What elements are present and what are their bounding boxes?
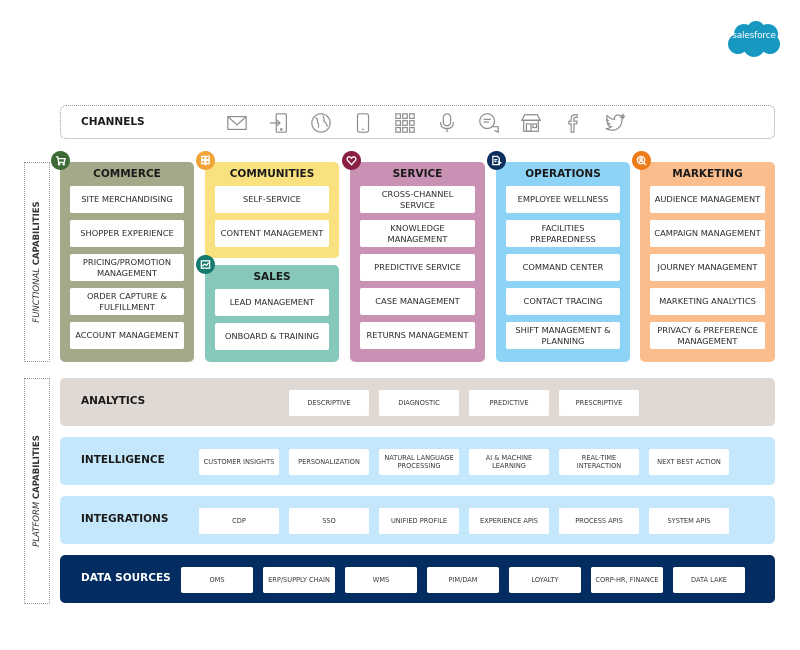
capability-card: SITE MERCHANDISING: [70, 186, 184, 213]
capability-pill: PIM/DAM: [427, 567, 499, 593]
operations-column: OPERATIONS EMPLOYEE WELLNESS FACILITIES …: [496, 162, 630, 362]
intelligence-label: INTELLIGENCE: [81, 454, 165, 466]
chat-icon: [468, 111, 510, 135]
functional-capabilities-label-box: FUNCTIONAL CAPABILITIES: [24, 162, 50, 362]
audience-search-icon: [632, 151, 651, 170]
integrations-label: INTEGRATIONS: [81, 513, 169, 525]
capability-pill: DATA LAKE: [673, 567, 745, 593]
capability-pill: UNIFIED PROFILE: [379, 508, 459, 534]
capability-card: CONTENT MANAGEMENT: [215, 220, 329, 247]
service-column: SERVICE CROSS-CHANNEL SERVICE KNOWLEDGE …: [350, 162, 485, 362]
mobile-icon: [342, 111, 384, 135]
twitter-icon: [594, 111, 636, 135]
marketing-column: MARKETING AUDIENCE MANAGEMENT CAMPAIGN M…: [640, 162, 775, 362]
capability-card: PRIVACY & PREFERENCE MANAGEMENT: [650, 322, 765, 349]
capability-card: ORDER CAPTURE & FULFILLMENT: [70, 288, 184, 315]
app-grid-icon: [384, 111, 426, 135]
capability-pill: PERSONALIZATION: [289, 449, 369, 475]
capability-card: CONTACT TRACING: [506, 288, 620, 315]
capability-pill: REAL-TIME INTERACTION: [559, 449, 639, 475]
capability-pill: AI & MACHINE LEARNING: [469, 449, 549, 475]
capability-pill: CUSTOMER INSIGHTS: [199, 449, 279, 475]
capability-pill: PRESCRIPTIVE: [559, 390, 639, 416]
data-sources-band: DATA SOURCES OMS ERP/SUPPLY CHAIN WMS PI…: [60, 555, 775, 603]
document-icon: [487, 151, 506, 170]
capability-card: MARKETING ANALYTICS: [650, 288, 765, 315]
capability-pill: NATURAL LANGUAGE PROCESSING: [379, 449, 459, 475]
capability-card: CROSS-CHANNEL SERVICE: [360, 186, 475, 213]
capability-card: KNOWLEDGE MANAGEMENT: [360, 220, 475, 247]
sales-column: SALES LEAD MANAGEMENT ONBOARD & TRAINING: [205, 265, 339, 362]
intelligence-band: INTELLIGENCE CUSTOMER INSIGHTS PERSONALI…: [60, 437, 775, 485]
channel-icons: [216, 111, 636, 135]
capability-card: FACILITIES PREPAREDNESS: [506, 220, 620, 247]
capability-card: SELF-SERVICE: [215, 186, 329, 213]
channels-label: CHANNELS: [81, 116, 145, 128]
capability-pill: PROCESS APIS: [559, 508, 639, 534]
capability-card: COMMAND CENTER: [506, 254, 620, 281]
sales-title: SALES: [253, 271, 291, 283]
heart-icon: [342, 151, 361, 170]
capability-pill: ERP/SUPPLY CHAIN: [263, 567, 335, 593]
community-icon: [196, 151, 215, 170]
channels-bar: CHANNELS: [60, 105, 775, 139]
capability-pill: NEXT BEST ACTION: [649, 449, 729, 475]
storefront-icon: [510, 111, 552, 135]
capability-pill: CDP: [199, 508, 279, 534]
capability-card: AUDIENCE MANAGEMENT: [650, 186, 765, 213]
capability-card: PRICING/PROMOTION MANAGEMENT: [70, 254, 184, 281]
cart-icon: [51, 151, 70, 170]
login-icon: [258, 111, 300, 135]
capability-card: EMPLOYEE WELLNESS: [506, 186, 620, 213]
platform-capabilities-label-box: PLATFORM CAPABILITIES: [24, 378, 50, 604]
capability-card: CASE MANAGEMENT: [360, 288, 475, 315]
salesforce-logo: salesforce: [726, 20, 782, 58]
capability-card: CAMPAIGN MANAGEMENT: [650, 220, 765, 247]
logo-text: salesforce: [732, 31, 776, 41]
chart-icon: [196, 255, 215, 274]
capability-pill: EXPERIENCE APIS: [469, 508, 549, 534]
capability-pill: PREDICTIVE: [469, 390, 549, 416]
functional-capabilities-label: FUNCTIONAL CAPABILITIES: [32, 201, 42, 322]
capability-card: LEAD MANAGEMENT: [215, 289, 329, 316]
analytics-band: ANALYTICS DESCRIPTIVE DIAGNOSTIC PREDICT…: [60, 378, 775, 426]
label-italic: FUNCTIONAL: [32, 265, 42, 323]
facebook-icon: [552, 111, 594, 135]
globe-icon: [300, 111, 342, 135]
service-title: SERVICE: [392, 168, 443, 180]
commerce-title: COMMERCE: [93, 168, 161, 180]
commerce-column: COMMERCE SITE MERCHANDISING SHOPPER EXPE…: [60, 162, 194, 362]
capability-pill: CORP-HR, FINANCE: [591, 567, 663, 593]
data-sources-label: DATA SOURCES: [81, 572, 171, 584]
capability-card: ONBOARD & TRAINING: [215, 323, 329, 350]
capability-pill: WMS: [345, 567, 417, 593]
label-italic: PLATFORM: [32, 499, 42, 547]
marketing-title: MARKETING: [672, 168, 743, 180]
communities-column: COMMUNITIES SELF-SERVICE CONTENT MANAGEM…: [205, 162, 339, 258]
capability-card: SHIFT MANAGEMENT & PLANNING: [506, 322, 620, 349]
integrations-band: INTEGRATIONS CDP SSO UNIFIED PROFILE EXP…: [60, 496, 775, 544]
capability-pill: DESCRIPTIVE: [289, 390, 369, 416]
label-bold: CAPABILITIES: [32, 435, 42, 500]
capability-pill: OMS: [181, 567, 253, 593]
capability-card: RETURNS MANAGEMENT: [360, 322, 475, 349]
capability-pill: SYSTEM APIS: [649, 508, 729, 534]
microphone-icon: [426, 111, 468, 135]
capability-card: ACCOUNT MANAGEMENT: [70, 322, 184, 349]
capability-card: PREDICTIVE SERVICE: [360, 254, 475, 281]
capability-pill: SSO: [289, 508, 369, 534]
capability-pill: LOYALTY: [509, 567, 581, 593]
analytics-label: ANALYTICS: [81, 395, 146, 407]
platform-capabilities-label: PLATFORM CAPABILITIES: [32, 435, 42, 547]
capability-pill: DIAGNOSTIC: [379, 390, 459, 416]
capability-card: SHOPPER EXPERIENCE: [70, 220, 184, 247]
email-icon: [216, 111, 258, 135]
operations-title: OPERATIONS: [525, 168, 601, 180]
capability-card: JOURNEY MANAGEMENT: [650, 254, 765, 281]
communities-title: COMMUNITIES: [229, 168, 315, 180]
label-bold: CAPABILITIES: [32, 201, 42, 266]
